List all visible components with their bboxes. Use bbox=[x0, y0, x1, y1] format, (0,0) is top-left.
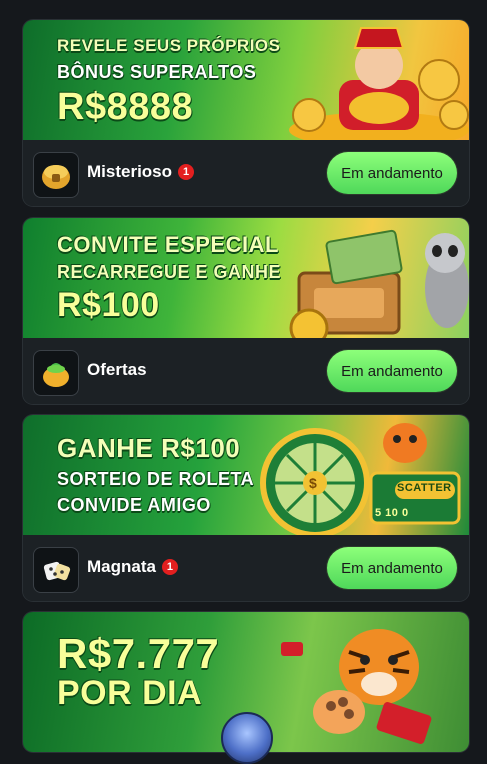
gift-bag-icon bbox=[33, 350, 79, 396]
promo-name: Magnata 1 bbox=[87, 557, 178, 577]
roulette-wheel-icon bbox=[260, 423, 461, 535]
promo-card-magnata: $ SCATTER 5 10 0 GANHE R$100 SORTEIO DE … bbox=[23, 415, 469, 601]
notification-badge: 1 bbox=[178, 164, 195, 180]
scatter-label: SCATTER bbox=[397, 482, 452, 494]
avatar[interactable] bbox=[221, 712, 273, 764]
promo-card-ofertas: CONVITE ESPECIAL RECARREGUE E GANHE R$10… bbox=[23, 218, 469, 404]
promo-name: Ofertas bbox=[87, 360, 147, 380]
banner-line-3: CONVIDE AMIGO bbox=[57, 495, 211, 515]
raccoon-cash-icon bbox=[289, 229, 469, 338]
dice-icon bbox=[33, 547, 79, 593]
status-button-ofertas[interactable]: Em andamento bbox=[327, 350, 457, 392]
promo-name-label: Magnata bbox=[87, 557, 156, 576]
promo-row: Misterioso 1 Em andamento bbox=[23, 140, 469, 206]
promo-name-label: Misterioso bbox=[87, 162, 173, 181]
promo-card-misterioso: REVELE SEUS PRÓPRIOS BÔNUS SUPERALTOS R$… bbox=[23, 20, 469, 206]
banner-line-1: GANHE R$100 bbox=[57, 433, 241, 463]
promo-banner-3[interactable]: $ SCATTER 5 10 0 GANHE R$100 SORTEIO DE … bbox=[23, 415, 469, 535]
banner-amount: R$8888 bbox=[57, 86, 194, 128]
wheel-center-symbol: $ bbox=[309, 475, 318, 491]
promo-row: Ofertas Em andamento bbox=[23, 338, 469, 404]
status-button-magnata[interactable]: Em andamento bbox=[327, 547, 457, 589]
promo-name-label: Ofertas bbox=[87, 360, 147, 379]
banner-amount: R$100 bbox=[57, 286, 160, 324]
tiger-icon bbox=[281, 629, 432, 744]
treasure-chest-icon bbox=[33, 152, 79, 198]
promo-row: Magnata 1 Em andamento bbox=[23, 535, 469, 601]
banner-line-2: SORTEIO DE ROLETA bbox=[57, 469, 255, 489]
banner-line-2: RECARREGUE E GANHE bbox=[57, 262, 282, 282]
banner-line-2: BÔNUS SUPERALTOS bbox=[57, 62, 257, 82]
promo-banner-2[interactable]: CONVITE ESPECIAL RECARREGUE E GANHE R$10… bbox=[23, 218, 469, 338]
fortune-god-icon bbox=[289, 27, 469, 140]
banner-line-1: CONVITE ESPECIAL bbox=[57, 232, 279, 257]
banner-line-1: REVELE SEUS PRÓPRIOS bbox=[57, 36, 281, 55]
banner-line-2: POR DIA bbox=[57, 674, 203, 712]
promo-name: Misterioso 1 bbox=[87, 162, 195, 182]
banner-amount: R$7.777 bbox=[57, 630, 220, 677]
notification-badge: 1 bbox=[161, 559, 178, 575]
slot-text: 5 10 0 bbox=[375, 507, 409, 519]
status-button-misterioso[interactable]: Em andamento bbox=[327, 152, 457, 194]
promo-banner-1[interactable]: REVELE SEUS PRÓPRIOS BÔNUS SUPERALTOS R$… bbox=[23, 20, 469, 140]
